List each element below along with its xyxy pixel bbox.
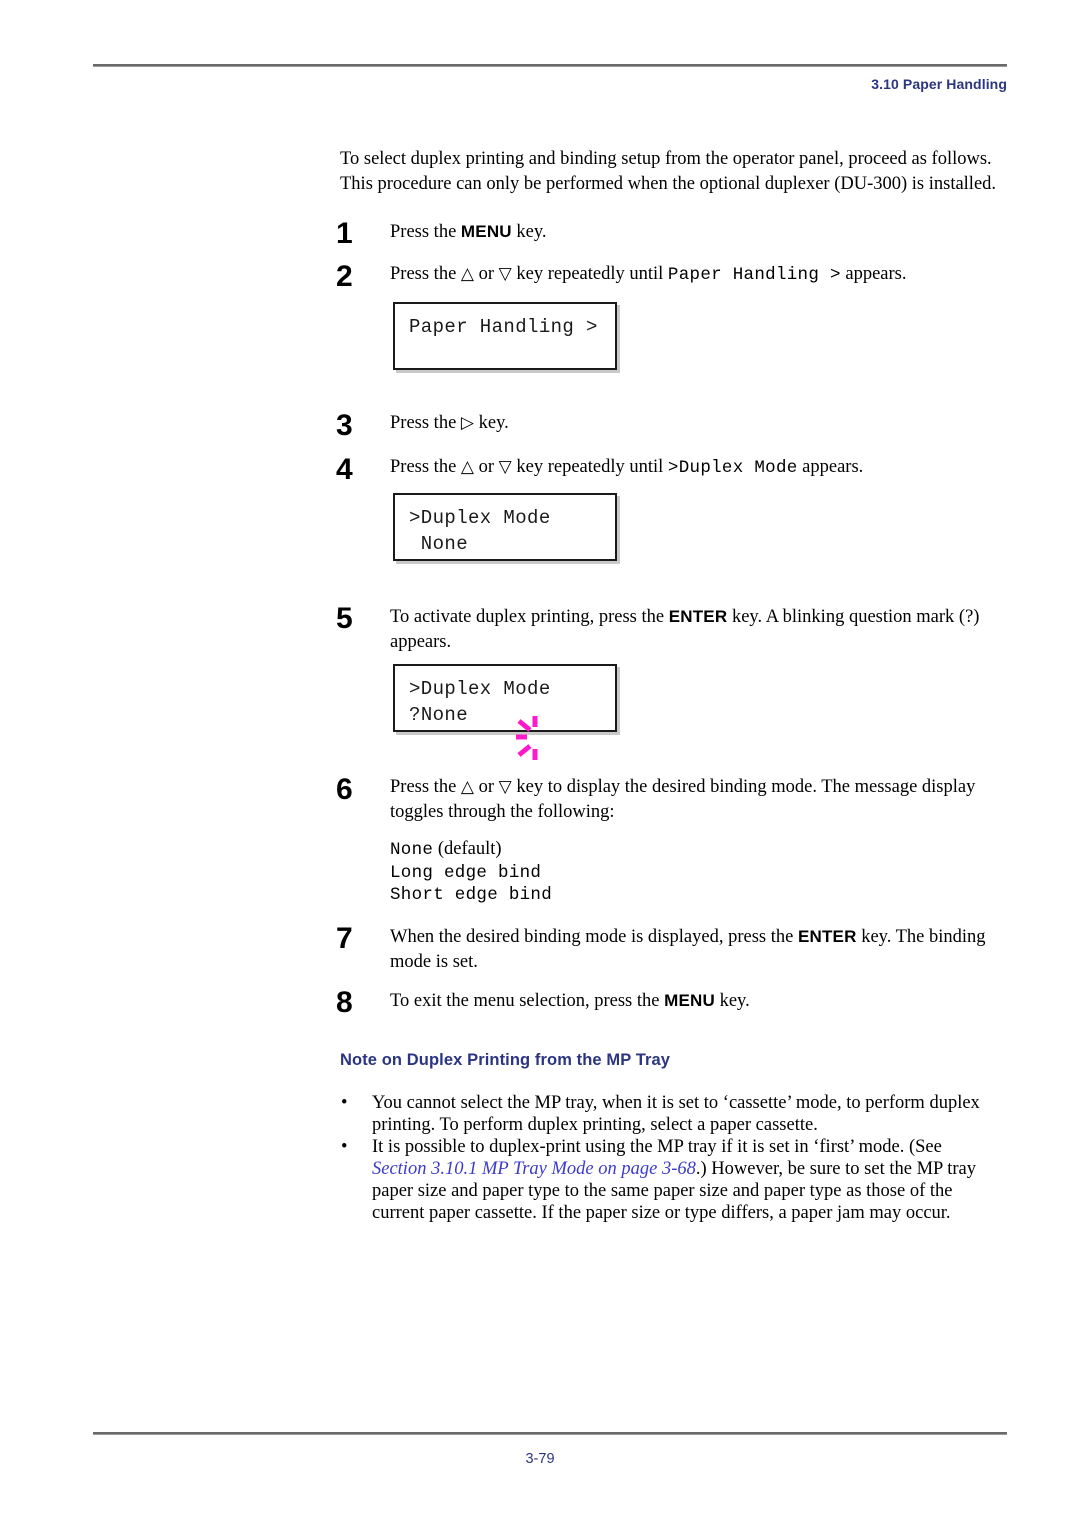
step-number-1: 1 [336,217,353,250]
step-text-8: To exit the menu selection, press the ME… [390,988,1000,1014]
step-text-3: Press the ▷ key. [390,411,1000,436]
binding-mode-value: Long edge bind [390,862,542,883]
bullet-marker-icon: • [341,1137,348,1157]
footer-divider-rule [93,1432,1007,1435]
note-bullet-item: • It is possible to duplex-print using t… [340,1136,1000,1224]
lcd-line-2: None [409,533,469,555]
step-2-display-text: Paper Handling > [667,265,841,285]
blinking-question-mark: ? [409,702,538,760]
step-2-text-after: appears. [840,264,907,284]
step-7-text-before: When the desired binding mode is display… [390,927,798,947]
step-4-text-before: Press the [390,457,461,477]
binding-mode-item: Long edge bind [390,862,790,885]
up-arrow-icon: △ [460,777,474,796]
down-arrow-icon: ▽ [498,777,512,796]
step-text-7: When the desired binding mode is display… [390,924,1000,975]
step-text-2: Press the △ or ▽ key repeatedly until Pa… [390,262,1000,288]
note-bullet-text-part1: It is possible to duplex-print using the… [372,1137,942,1157]
step-number-5: 5 [336,602,353,635]
procedure-step-5: 5 To activate duplex printing, press the… [336,604,1000,655]
binding-mode-value: Short edge bind [390,885,553,905]
step-5-text-before: To activate duplex printing, press the [390,607,669,627]
binding-mode-item: None (default) [390,838,790,862]
step-4-or: or [474,457,499,477]
document-page: 3.10 Paper Handling To select duplex pri… [0,0,1080,1528]
lcd-line-2: ?None [409,702,615,760]
lcd-line-2 [409,340,615,366]
step-2-text-before: Press the [390,264,461,284]
step-text-4: Press the △ or ▽ key repeatedly until >D… [390,455,1000,481]
step-6-or: or [474,777,499,797]
binding-mode-note: (default) [433,839,502,859]
step-3-text-before: Press the [390,413,461,433]
up-arrow-icon: △ [460,457,474,476]
right-arrow-icon: ▷ [460,413,474,432]
step-8-text-before: To exit the menu selection, press the [390,991,665,1011]
step-number-4: 4 [336,453,353,486]
lcd-line-1: Paper Handling > [409,316,598,338]
up-arrow-icon: △ [460,264,474,283]
lcd-line-1: >Duplex Mode [409,678,551,700]
lcd-blink-char: ? [409,704,421,726]
intro-line-1: To select duplex printing and binding se… [340,149,992,169]
note-section-heading: Note on Duplex Printing from the MP Tray [340,1051,671,1069]
note-bullet-item: • You cannot select the MP tray, when it… [340,1092,1000,1136]
step-3-text-after: key. [474,413,509,433]
bullet-marker-icon: • [341,1093,348,1113]
header-divider-rule [93,64,1007,67]
intro-line-2: This procedure can only be performed whe… [340,174,997,194]
menu-key-label: MENU [664,991,715,1010]
procedure-step-1: 1 Press the MENU key. [336,219,1000,249]
step-number-3: 3 [336,409,353,442]
procedure-step-2: 2 Press the △ or ▽ key repeatedly until … [336,262,1000,292]
step-number-8: 8 [336,986,353,1019]
footer-page-number: 3-79 [525,1451,555,1467]
procedure-step-6: 6 Press the △ or ▽ key to display the de… [336,775,1000,825]
procedure-step-7: 7 When the desired binding mode is displ… [336,924,1000,975]
step-1-text-after: key. [511,222,547,242]
binding-mode-item: Short edge bind [390,884,790,907]
binding-mode-list: None (default) Long edge bind Short edge… [390,838,790,907]
step-4-text-middle: key repeatedly until [511,457,668,477]
lcd-panel-duplex-mode-blinking: >Duplex Mode ?None [393,664,617,760]
down-arrow-icon: ▽ [498,457,512,476]
enter-key-label: ENTER [797,927,857,946]
note-bullet-list: • You cannot select the MP tray, when it… [340,1092,1000,1224]
procedure-step-4: 4 Press the △ or ▽ key repeatedly until … [336,455,1000,485]
step-6-text-before: Press the [390,777,461,797]
binding-mode-value: None [390,840,434,860]
step-number-6: 6 [336,773,353,806]
procedure-step-8: 8 To exit the menu selection, press the … [336,988,1000,1018]
lcd-panel-duplex-mode-none: >Duplex Mode None [393,493,617,561]
lcd-line-2-rest: None [420,704,469,726]
step-number-2: 2 [336,260,353,293]
cross-reference-link[interactable]: Section 3.10.1 MP Tray Mode on page 3-68 [372,1159,696,1179]
step-text-1: Press the MENU key. [390,219,1000,245]
down-arrow-icon: ▽ [498,264,512,283]
lcd-line-1: >Duplex Mode [409,507,551,529]
step-text-6: Press the △ or ▽ key to display the desi… [390,775,1000,825]
intro-paragraph: To select duplex printing and binding se… [340,147,1000,197]
running-header-section-label: 3.10 Paper Handling [871,76,1007,92]
step-2-or: or [474,264,499,284]
step-4-text-after: appears. [797,457,864,477]
step-4-display-text: >Duplex Mode [667,458,798,478]
step-8-text-after: key. [714,991,750,1011]
enter-key-label: ENTER [668,607,728,626]
step-text-5: To activate duplex printing, press the E… [390,604,1000,655]
step-1-text-before: Press the [390,222,461,242]
step-2-text-middle: key repeatedly until [511,264,668,284]
lcd-panel-paper-handling: Paper Handling > [393,302,617,370]
procedure-step-3: 3 Press the ▷ key. [336,411,1000,441]
menu-key-label: MENU [460,222,512,241]
step-number-7: 7 [336,922,353,955]
note-bullet-text: You cannot select the MP tray, when it i… [372,1093,980,1135]
